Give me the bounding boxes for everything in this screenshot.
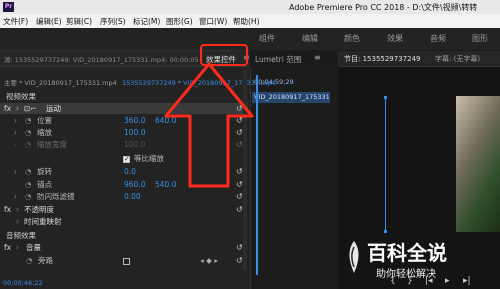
menu-help[interactable]: 帮助(H) — [233, 16, 260, 27]
menu-markers[interactable]: 标记(M) — [133, 16, 160, 27]
reset-icon[interactable]: ↺ — [236, 242, 243, 253]
menu-sequence[interactable]: 序列(S) — [100, 16, 126, 27]
position-x-value[interactable]: 360.0 — [124, 115, 145, 126]
watermark-subtitle: 助你轻松解决 — [376, 269, 436, 280]
keyframe-nav-icon[interactable]: ◂ ◆ ▸ — [200, 255, 218, 266]
opacity-row[interactable]: fx › 不透明度 ↺ — [0, 204, 248, 215]
uniform-scale-checkbox[interactable] — [123, 153, 130, 165]
workspace-bar: 组件 编辑 颜色 效果 音频 图形 — [0, 28, 500, 50]
stopwatch-icon[interactable]: ◔ — [25, 191, 32, 202]
rotation-label: 旋转 — [37, 167, 52, 176]
fx-badge-icon[interactable]: fx — [4, 103, 11, 114]
program-tabs: 节目: 1535529737249 字幕: (无字幕) — [338, 51, 500, 67]
reset-icon[interactable]: ↺ — [236, 191, 243, 202]
volume-row[interactable]: fx › 音量 ↺ — [0, 242, 248, 253]
bypass-checkbox[interactable] — [123, 255, 130, 266]
play-icon[interactable]: ▸ — [445, 276, 450, 286]
anti-flicker-value[interactable]: 0.00 — [124, 191, 141, 202]
stopwatch-icon[interactable]: ◔ — [25, 179, 32, 190]
workspace-editing[interactable]: 编辑 — [302, 33, 318, 44]
menu-file[interactable]: 文件(F) — [3, 16, 28, 27]
chevron-right-icon: › — [14, 140, 17, 149]
scale-width-value: 100.0 — [124, 140, 146, 149]
watermark-title: 百科全说 — [367, 241, 447, 265]
menu-window[interactable]: 窗口(W) — [199, 16, 227, 27]
stopwatch-icon[interactable]: ◔ — [25, 166, 32, 177]
chevron-right-icon[interactable]: › — [14, 115, 17, 126]
master-clip-label[interactable]: 主要 * VID_20180917_175331.mp4 — [4, 78, 117, 89]
tab-captions[interactable]: 字幕: (无字幕) — [435, 54, 480, 64]
reset-icon[interactable]: ↺ — [236, 204, 243, 215]
stopwatch-icon: ◔ — [25, 140, 32, 149]
workspace-assembly[interactable]: 组件 — [259, 33, 275, 44]
rotation-value[interactable]: 0.0 — [124, 166, 136, 177]
chevron-right-icon[interactable]: › — [14, 127, 17, 138]
fx-badge-icon[interactable]: fx — [4, 204, 11, 215]
chevron-right-icon[interactable]: › — [14, 166, 17, 177]
transform-icon[interactable]: ⊡⌐ — [24, 103, 37, 114]
timeline-clip[interactable]: VID_20180917_175331.mp4 — [252, 92, 330, 103]
chevron-down-icon[interactable]: › — [16, 103, 19, 114]
workspace-effects[interactable]: 效果 — [387, 33, 403, 44]
audio-effects-header: 音频效果 — [0, 230, 248, 241]
tab-lumetri-scopes[interactable]: Lumetri 范围 — [255, 54, 301, 65]
chevron-down-icon[interactable]: › — [16, 242, 19, 253]
workspace-graphics[interactable]: 图形 — [472, 33, 488, 44]
position-label: 位置 — [37, 116, 52, 125]
anti-flicker-label: 防闪烁滤镜 — [37, 192, 75, 201]
anchor-label: 锚点 — [37, 180, 52, 189]
program-video-frame — [456, 96, 500, 232]
stopwatch-icon[interactable]: ◔ — [25, 127, 32, 138]
fx-badge-icon[interactable]: fx — [4, 242, 11, 253]
bottom-timecode[interactable]: 00;00;46;22 — [3, 279, 43, 287]
title-bar: Pr Adobe Premiere Pro CC 2018 - D:\文件\视频… — [0, 0, 500, 14]
menu-bar: 文件(F) 编辑(E) 剪辑(C) 序列(S) 标记(M) 图形(G) 窗口(W… — [0, 14, 500, 28]
scale-label: 缩放 — [37, 128, 52, 137]
anti-flicker-row: › ◔ 防闪烁滤镜 0.00 ↺ — [0, 191, 248, 202]
tab-program[interactable]: 节目: 1535529737249 — [344, 54, 420, 64]
chevron-right-icon[interactable]: › — [16, 204, 19, 215]
reset-icon[interactable]: ↺ — [236, 255, 243, 266]
step-forward-icon[interactable]: ▸| — [463, 276, 471, 286]
lumetri-menu-icon[interactable]: ≡ — [314, 53, 321, 62]
stopwatch-icon[interactable]: ◔ — [25, 115, 32, 126]
workspace-audio[interactable]: 音频 — [430, 33, 446, 44]
bypass-row: ◔ 旁路 ◂ ◆ ▸ ↺ — [0, 255, 248, 266]
watermark-logo-icon — [349, 241, 359, 273]
premiere-logo-icon: Pr — [3, 2, 14, 12]
stopwatch-icon[interactable]: ◔ — [26, 255, 33, 266]
window-title: Adobe Premiere Pro CC 2018 - D:\文件\视频\转转 — [289, 3, 478, 12]
scale-value[interactable]: 100.0 — [124, 127, 145, 138]
workspace-color[interactable]: 颜色 — [344, 33, 360, 44]
chevron-right-icon[interactable]: › — [16, 216, 19, 227]
volume-label: 音量 — [26, 243, 41, 252]
chevron-right-icon[interactable]: › — [14, 191, 17, 202]
scale-width-label: 缩放宽度 — [37, 140, 67, 149]
time-remap-row[interactable]: › 时间重映射 — [0, 216, 248, 227]
anchor-x-value[interactable]: 960.0 — [124, 179, 145, 190]
bypass-label: 旁路 — [38, 256, 53, 265]
menu-graphics[interactable]: 图形(G) — [166, 16, 193, 27]
menu-clip[interactable]: 剪辑(C) — [66, 16, 92, 27]
opacity-label: 不透明度 — [24, 205, 54, 214]
bounding-line — [385, 97, 386, 232]
annotation-arrow — [164, 62, 254, 188]
menu-edit[interactable]: 编辑(E) — [36, 16, 62, 27]
audio-effects-label: 音频效果 — [6, 231, 36, 240]
video-effects-label: 视频效果 — [6, 92, 36, 101]
motion-label: 运动 — [46, 104, 61, 113]
time-remap-label: 时间重映射 — [24, 217, 62, 226]
